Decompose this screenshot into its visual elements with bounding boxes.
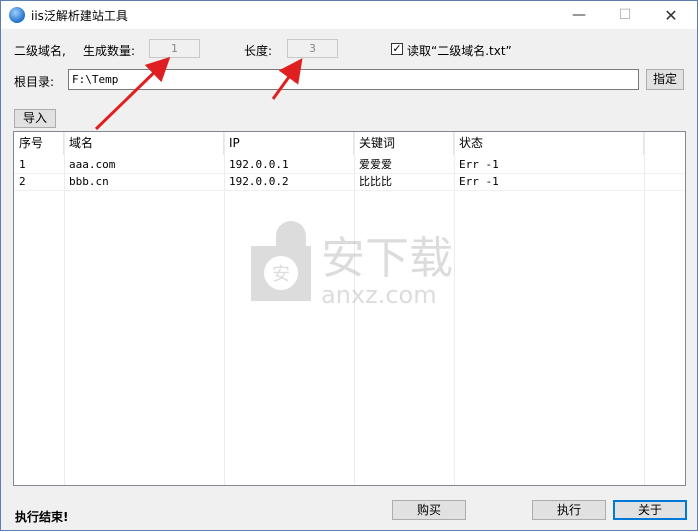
status-text: 执行结束! (15, 510, 69, 524)
execute-button[interactable]: 执行 (532, 500, 606, 520)
arrow-count (94, 56, 171, 131)
buy-button[interactable]: 购买 (392, 500, 466, 520)
app-window: iis泛解析建站工具 — ☐ ✕ 二级域名, 生成数量: 1 长度: 3 ✓ 读… (0, 0, 698, 531)
about-button[interactable]: 关于 (613, 500, 687, 520)
arrow-length (271, 58, 303, 100)
annotation-arrows (94, 56, 303, 131)
